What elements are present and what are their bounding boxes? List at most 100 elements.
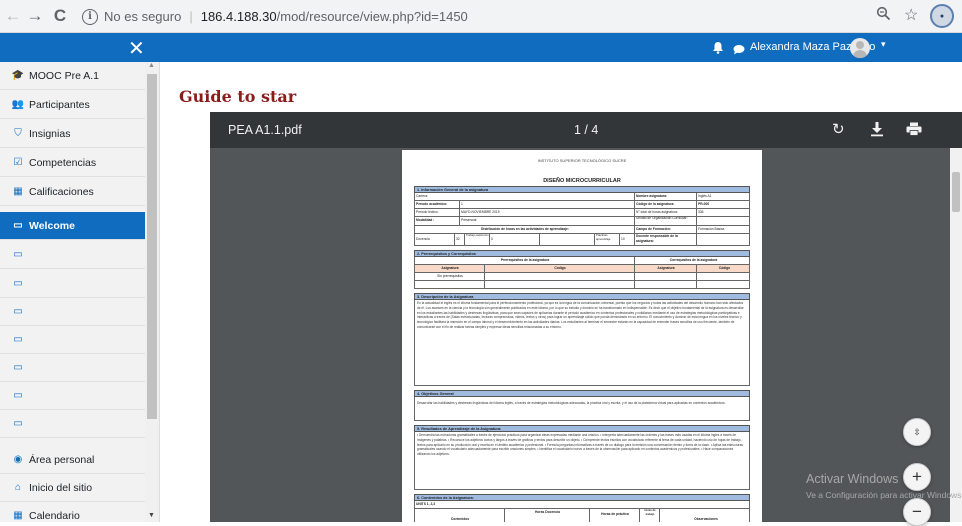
url-text: 186.4.188.30/mod/resource/view.php?id=14… xyxy=(200,9,468,24)
users-icon: 👥 xyxy=(11,99,25,110)
doc-section-3: 3. Descripción de la Asignatura xyxy=(414,293,750,300)
address-bar[interactable]: i No es seguro | 186.4.188.30/mod/resour… xyxy=(82,4,862,29)
doc-description: En la actualidad el inglés es el idioma … xyxy=(414,300,750,386)
table-icon: ▦ xyxy=(13,186,23,197)
doc-section-6: 6. Contenidos de la Asignatura: xyxy=(414,494,750,501)
doc-section-5: 5. Resultados de Aprendizaje de la Asign… xyxy=(414,425,750,432)
sidebar-item-label: Área personal xyxy=(29,453,95,466)
sidebar-item-welcome[interactable]: ▭ Welcome xyxy=(0,212,145,240)
download-icon[interactable] xyxy=(870,121,884,137)
sidebar-item-calendario[interactable]: ▦ Calendario xyxy=(0,502,145,522)
folder-icon: ▭ xyxy=(13,418,23,429)
windows-activation-title: Activar Windows xyxy=(806,472,899,486)
forward-button[interactable]: → xyxy=(22,3,48,29)
sidebar-item-label: Competencias xyxy=(29,156,97,169)
shield-icon: ⛉ xyxy=(14,128,22,139)
doc-section-4: 4. Objetivos General xyxy=(414,390,750,397)
folder-icon: ▭ xyxy=(13,278,23,289)
sidebar-item-insignias[interactable]: ⛉ Insignias xyxy=(0,120,145,148)
rotate-icon[interactable]: ↻ xyxy=(832,120,845,138)
sidebar-item-mooc-pre-a-1[interactable]: 🎓 MOOC Pre A.1 xyxy=(0,62,145,90)
bell-icon[interactable] xyxy=(712,41,724,54)
folder-icon: ▭ xyxy=(13,220,23,231)
doc-row: Carrera: Nombre asignatura: Inglés A1 xyxy=(414,193,750,201)
doc-institution: INSTITUTO SUPERIOR TECNOLÓGICO SUCRE xyxy=(537,158,627,163)
folder-icon: ▭ xyxy=(13,334,23,345)
reload-button[interactable]: C xyxy=(47,3,73,29)
minus-icon: − xyxy=(912,502,922,521)
close-drawer-icon[interactable]: ✕ xyxy=(128,36,145,61)
print-icon[interactable] xyxy=(906,122,922,136)
pdf-file-name: PEA A1.1.pdf xyxy=(228,123,302,137)
doc-row: Distribución de horas en las actividades… xyxy=(414,226,750,234)
fit-page-button[interactable]: ⇳ xyxy=(903,418,931,446)
sidebar-item-label: Participantes xyxy=(29,98,90,111)
checkbox-icon: ☑ xyxy=(13,157,23,168)
avatar[interactable] xyxy=(850,38,870,58)
scroll-down-icon[interactable]: ▼ xyxy=(148,512,155,519)
doc-row: Contenidos Horas Docencia Horas de práct… xyxy=(414,509,750,522)
home-icon: ⌂ xyxy=(14,482,22,493)
zoom-in-button[interactable]: + xyxy=(903,463,931,491)
sidebar-item-folder[interactable]: ▭ xyxy=(0,241,145,269)
sidebar-item-participantes[interactable]: 👥 Participantes xyxy=(0,91,145,119)
sidebar-item-folder[interactable]: ▭ xyxy=(0,382,145,410)
profile-icon[interactable]: ● xyxy=(930,4,954,28)
star-icon[interactable]: ☆ xyxy=(904,5,918,25)
url-separator: | xyxy=(189,9,193,24)
sidebar-item-label: MOOC Pre A.1 xyxy=(29,69,100,82)
sidebar-item-folder[interactable]: ▭ xyxy=(0,410,145,438)
sidebar-item-competencias[interactable]: ☑ Competencias xyxy=(0,149,145,177)
fit-page-icon: ⇳ xyxy=(913,426,921,437)
doc-section-1: 1. Información General de la asignatura xyxy=(414,186,750,193)
dashboard-icon: ◉ xyxy=(13,454,23,465)
folder-icon: ▭ xyxy=(13,362,23,373)
graduation-cap-icon: 🎓 xyxy=(11,70,25,81)
doc-row: Periodo lectivo: MAYO-NOVIEMBRE 2019 N° … xyxy=(414,209,750,217)
folder-icon: ▭ xyxy=(13,249,23,260)
sidebar-item-folder[interactable]: ▭ xyxy=(0,326,145,354)
page-title: Guide to star xyxy=(179,87,297,106)
doc-row: Prerrequisitos de la asignatura Correqui… xyxy=(414,257,750,265)
sidebar-item-folder[interactable]: ▭ xyxy=(0,270,145,298)
calendar-icon: ▦ xyxy=(13,510,23,521)
sidebar-item-label: Calendario xyxy=(29,509,80,522)
doc-row: Asignatura Código Asignatura Código xyxy=(414,265,750,273)
security-label: No es seguro xyxy=(104,9,182,24)
chevron-down-icon[interactable]: ▾ xyxy=(881,39,886,50)
plus-icon: + xyxy=(912,467,922,486)
sidebar-item-label: Insignias xyxy=(29,127,71,140)
sidebar-item-folder[interactable]: ▭ xyxy=(0,354,145,382)
chat-icon[interactable] xyxy=(733,42,745,55)
windows-activation-subtitle: Ve a Configuración para activar Windows. xyxy=(806,490,962,500)
doc-title: DISEÑO MICROCURRICULAR xyxy=(543,178,621,184)
doc-results: • Demuestra las estructuras gramaticales… xyxy=(414,432,750,490)
doc-row: Modalidad : Presencial Unidad de Organiz… xyxy=(414,217,750,226)
info-icon[interactable]: i xyxy=(82,8,98,25)
scroll-up-icon[interactable]: ▲ xyxy=(148,62,155,69)
doc-row: Período académico: 1 Código de la asigna… xyxy=(414,201,750,209)
doc-row xyxy=(414,281,750,289)
doc-row: UNITS 1, 2,3 xyxy=(414,501,750,509)
pdf-scroll-thumb[interactable] xyxy=(952,172,960,212)
doc-row: Sin prerrequisitos xyxy=(414,273,750,281)
sidebar-scroll-thumb[interactable] xyxy=(147,74,157,419)
sidebar-item-inicio-del-sitio[interactable]: ⌂ Inicio del sitio xyxy=(0,474,145,502)
course-navigation: 🎓 MOOC Pre A.1 👥 Participantes ⛉ Insignias ☑ Co… xyxy=(0,62,160,522)
sidebar-item-calificaciones[interactable]: ▦ Calificaciones xyxy=(0,178,145,206)
pdf-page: INSTITUTO SUPERIOR TECNOLÓGICO SUCRE DIS… xyxy=(402,150,762,522)
site-header: ✕ Alexandra Maza Pazmino ▾ xyxy=(0,33,962,62)
sidebar-item-label: Calificaciones xyxy=(29,185,94,198)
pdf-toolbar: PEA A1.1.pdf 1 / 4 ↻ xyxy=(210,112,962,148)
pdf-viewer: PEA A1.1.pdf 1 / 4 ↻ INSTITUTO SUPERIOR … xyxy=(210,112,962,522)
sidebar-item-área-personal[interactable]: ◉ Área personal xyxy=(0,446,145,474)
zoom-icon[interactable] xyxy=(876,6,891,25)
folder-icon: ▭ xyxy=(13,390,23,401)
doc-row: Docencia 32 Trabajo autónomo 0 Prácticas… xyxy=(414,234,750,246)
sidebar-item-label: Inicio del sitio xyxy=(29,481,93,494)
sidebar-item-folder[interactable]: ▭ xyxy=(0,298,145,326)
doc-section-2: 2. Prerrequisitos y Correquisitos xyxy=(414,250,750,257)
sidebar-item-label: Welcome xyxy=(29,219,75,232)
folder-icon: ▭ xyxy=(13,306,23,317)
main-content: Guide to star PEA A1.1.pdf 1 / 4 ↻ INSTI… xyxy=(160,62,962,522)
